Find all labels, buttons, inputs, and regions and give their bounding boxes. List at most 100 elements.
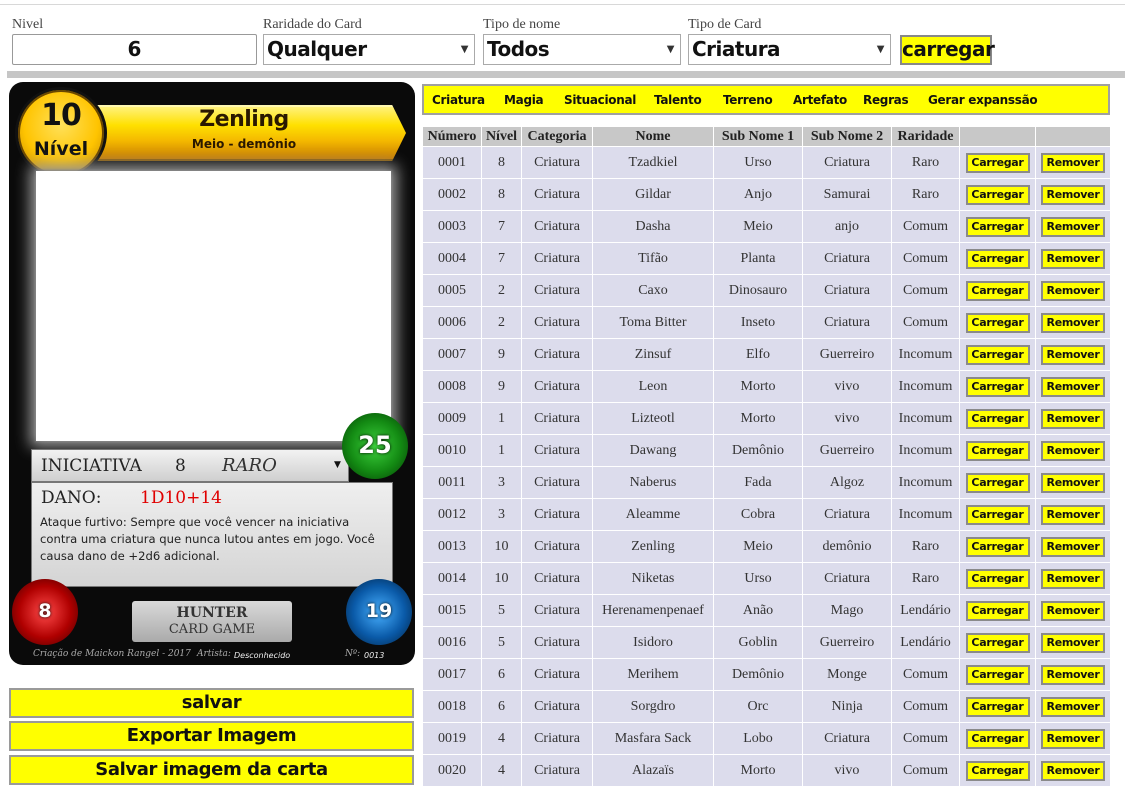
cell-sub-nome-2: vivo	[802, 754, 892, 787]
row-carregar-button[interactable]: Carregar	[965, 376, 1030, 397]
row-carregar-button[interactable]: Carregar	[965, 408, 1030, 429]
row-carregar-button[interactable]: Carregar	[965, 184, 1030, 205]
row-carregar-button[interactable]: Carregar	[965, 728, 1030, 749]
tab-criatura[interactable]: Criatura	[432, 93, 485, 107]
cell-nome: Alazaïs	[592, 754, 714, 787]
tab-magia[interactable]: Magia	[504, 93, 544, 107]
stat-blue-badge[interactable]: 19	[346, 579, 412, 645]
row-remover-button[interactable]: Remover	[1041, 696, 1105, 717]
row-carregar-button[interactable]: Carregar	[965, 600, 1030, 621]
row-remover-button[interactable]: Remover	[1041, 184, 1105, 205]
row-remover-button[interactable]: Remover	[1041, 472, 1105, 493]
table-row: 0019 4 Criatura Masfara Sack Lobo Criatura Com…	[422, 722, 1111, 755]
card-subtitle[interactable]: Meio - demônio	[89, 137, 399, 151]
cell-raridade: Comum	[891, 306, 960, 339]
row-remover-button[interactable]: Remover	[1041, 216, 1105, 237]
cell-numero: 0005	[422, 274, 482, 307]
row-carregar-button[interactable]: Carregar	[965, 472, 1030, 493]
cell-carregar: Carregar	[959, 274, 1036, 307]
cell-sub-nome-2: Mago	[802, 594, 892, 627]
row-remover-button[interactable]: Remover	[1041, 728, 1105, 749]
row-remover-button[interactable]: Remover	[1041, 600, 1105, 621]
cell-nivel: 7	[481, 242, 522, 275]
row-carregar-button[interactable]: Carregar	[965, 344, 1030, 365]
row-remover-button[interactable]: Remover	[1041, 536, 1105, 557]
cell-nivel: 2	[481, 274, 522, 307]
row-carregar-button[interactable]: Carregar	[965, 440, 1030, 461]
cell-sub-nome-2: Ninja	[802, 690, 892, 723]
row-carregar-button[interactable]: Carregar	[965, 760, 1030, 781]
row-remover-button[interactable]: Remover	[1041, 568, 1105, 589]
tab-talento[interactable]: Talento	[654, 93, 702, 107]
row-remover-button[interactable]: Remover	[1041, 504, 1105, 525]
cell-raridade: Lendário	[891, 626, 960, 659]
tab-regras[interactable]: Regras	[863, 93, 909, 107]
row-carregar-button[interactable]: Carregar	[965, 632, 1030, 653]
row-remover-button[interactable]: Remover	[1041, 664, 1105, 685]
tab-terreno[interactable]: Terreno	[723, 93, 773, 107]
exportar-imagem-button[interactable]: Exportar Imagem	[9, 721, 414, 751]
stat-green-badge[interactable]: 25	[342, 413, 408, 479]
row-remover-button[interactable]: Remover	[1041, 440, 1105, 461]
row-remover-button[interactable]: Remover	[1041, 408, 1105, 429]
cell-sub-nome-2: Criatura	[802, 562, 892, 595]
description-textarea[interactable]: Ataque furtivo: Sempre que você vencer n…	[40, 514, 390, 565]
table-row: 0014 10 Criatura Niketas Urso Criatura Raro Car…	[422, 562, 1111, 595]
tab-gerar-expanssao[interactable]: Gerar expanssão	[928, 93, 1038, 107]
rarity-select-value[interactable]: RARO	[222, 455, 277, 476]
row-remover-button[interactable]: Remover	[1041, 280, 1105, 301]
row-remover-button[interactable]: Remover	[1041, 152, 1105, 173]
table-row: 0010 1 Criatura Dawang Demônio Guerreiro Incom…	[422, 434, 1111, 467]
row-carregar-button[interactable]: Carregar	[965, 152, 1030, 173]
cell-sub-nome-1: Demônio	[713, 434, 803, 467]
carregar-button[interactable]: carregar	[900, 35, 995, 65]
cell-sub-nome-2: Criatura	[802, 146, 892, 179]
row-carregar-button[interactable]: Carregar	[965, 280, 1030, 301]
cell-remover: Remover	[1035, 146, 1111, 179]
tipo-card-select[interactable]: Criatura ▼	[688, 34, 891, 65]
tipo-nome-select[interactable]: Todos ▼	[483, 34, 681, 65]
row-carregar-button[interactable]: Carregar	[965, 312, 1030, 333]
cell-sub-nome-1: Goblin	[713, 626, 803, 659]
row-remover-button[interactable]: Remover	[1041, 312, 1105, 333]
salvar-button[interactable]: salvar	[9, 688, 414, 718]
row-carregar-button[interactable]: Carregar	[965, 696, 1030, 717]
row-carregar-button[interactable]: Carregar	[965, 568, 1030, 589]
chevron-down-icon[interactable]: ▼	[334, 460, 341, 470]
row-carregar-button[interactable]: Carregar	[965, 216, 1030, 237]
row-remover-button[interactable]: Remover	[1041, 760, 1105, 781]
cell-sub-nome-1: Dinosauro	[713, 274, 803, 307]
raridade-select[interactable]: Qualquer ▼	[263, 34, 475, 65]
row-carregar-button[interactable]: Carregar	[965, 536, 1030, 557]
row-remover-button[interactable]: Remover	[1041, 632, 1105, 653]
row-carregar-button[interactable]: Carregar	[965, 664, 1030, 685]
cards-table: Número Nível Categoria Nome Sub Nome 1 S…	[422, 126, 1111, 787]
card-art-area[interactable]	[36, 171, 391, 441]
cell-remover: Remover	[1035, 242, 1111, 275]
row-remover-button[interactable]: Remover	[1041, 376, 1105, 397]
cell-categoria: Criatura	[521, 306, 593, 339]
card-name[interactable]: Zenling	[89, 107, 399, 132]
tab-situacional[interactable]: Situacional	[564, 93, 636, 107]
row-remover-button[interactable]: Remover	[1041, 344, 1105, 365]
cell-numero: 0014	[422, 562, 482, 595]
salvar-imagem-button[interactable]: Salvar imagem da carta	[9, 755, 414, 785]
level-number[interactable]: 10	[15, 98, 107, 133]
cell-numero: 0017	[422, 658, 482, 691]
cell-remover: Remover	[1035, 338, 1111, 371]
cell-nome: Zinsuf	[592, 338, 714, 371]
cell-sub-nome-1: Meio	[713, 530, 803, 563]
cell-numero: 0016	[422, 626, 482, 659]
table-row: 0005 2 Criatura Caxo Dinosauro Criatura Comum C…	[422, 274, 1111, 307]
cell-sub-nome-1: Anão	[713, 594, 803, 627]
nivel-input[interactable]: 6	[12, 34, 257, 65]
cell-sub-nome-1: Anjo	[713, 178, 803, 211]
tab-artefato[interactable]: Artefato	[793, 93, 847, 107]
row-carregar-button[interactable]: Carregar	[965, 504, 1030, 525]
stat-red-badge[interactable]: 8	[12, 579, 78, 645]
initiative-value[interactable]: 8	[175, 456, 186, 476]
row-remover-button[interactable]: Remover	[1041, 248, 1105, 269]
damage-value[interactable]: 1D10+14	[140, 488, 222, 508]
tipo-card-select-value: Criatura	[692, 37, 781, 61]
row-carregar-button[interactable]: Carregar	[965, 248, 1030, 269]
